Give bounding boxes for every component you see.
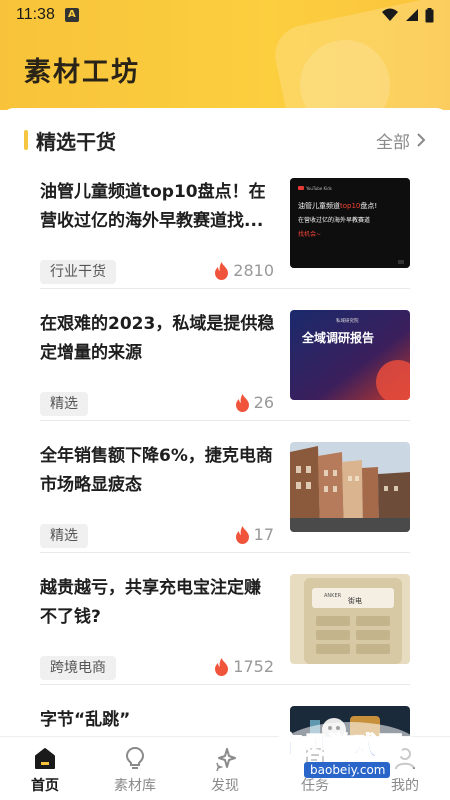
article-card[interactable]: 越贵越亏，共享充电宝注定赚不了钱? 跨境电商 1752 ANKER 街电 <box>40 574 410 692</box>
article-thumbnail: ANKER 街电 <box>290 574 410 664</box>
article-title: 越贵越亏，共享充电宝注定赚不了钱? <box>40 578 261 627</box>
see-all-label: 全部 <box>376 132 410 153</box>
svg-text:baobeiy.com: baobeiy.com <box>310 763 385 777</box>
article-card[interactable]: 在艰难的2023，私域是提供稳定增量的来源 精选 26 私域研究院 全域调研报告 <box>40 310 410 428</box>
view-count-value: 26 <box>253 393 274 412</box>
view-count-value: 1752 <box>233 657 274 676</box>
divider <box>40 420 410 421</box>
tab-home[interactable]: 首页 <box>0 737 90 800</box>
article-title: 在艰难的2023，私域是提供稳定增量的来源 <box>40 314 275 363</box>
article-thumbnail: YouTube Kids 油管儿童频道top10盘点! 在营收过亿的海外早教赛道… <box>290 178 410 268</box>
divider <box>40 288 410 289</box>
app-title: 素材工坊 <box>24 57 140 88</box>
tab-label: 素材库 <box>114 778 156 794</box>
section-header: 精选干货 全部 <box>24 126 426 154</box>
article-thumbnail: 私域研究院 全域调研报告 <box>290 310 410 400</box>
status-bar: 11:38 A <box>0 0 450 30</box>
view-count: 2810 <box>214 261 274 280</box>
fire-icon <box>235 393 249 412</box>
svg-text:找机会~: 找机会~ <box>298 230 321 238</box>
view-count-value: 2810 <box>233 261 274 280</box>
svg-text:私域研究院: 私域研究院 <box>336 317 359 324</box>
youtube-kids-thumbnail: YouTube Kids 油管儿童频道top10盘点! 在营收过亿的海外早教赛道… <box>290 178 410 268</box>
home-icon <box>35 748 55 769</box>
article-card[interactable]: 油管儿童频道top10盘点！在营收过亿的海外早教赛道找... 行业干货 2810… <box>40 178 410 296</box>
fire-icon <box>215 261 229 280</box>
section-title: 精选干货 <box>36 129 116 154</box>
see-all-link[interactable]: 全部 <box>376 128 426 153</box>
signal-icon <box>406 9 418 21</box>
watermark-logo: 宝贝游戏网 baobeiy.com <box>268 706 428 790</box>
report-thumbnail: 私域研究院 全域调研报告 <box>290 310 410 400</box>
city-street-thumbnail <box>290 442 410 532</box>
view-count-value: 17 <box>253 525 274 544</box>
svg-text:ANKER: ANKER <box>324 593 342 599</box>
tab-library[interactable]: 素材库 <box>90 737 180 800</box>
divider <box>40 684 410 685</box>
article-thumbnail <box>290 442 410 532</box>
lightbulb-icon <box>125 746 145 769</box>
app-header: 11:38 A 素材工坊 <box>0 0 450 110</box>
view-count: 26 <box>235 393 274 412</box>
battery-icon <box>425 7 434 22</box>
tab-label: 发现 <box>211 778 239 794</box>
article-title: 油管儿童频道top10盘点！在营收过亿的海外早教赛道找... <box>40 182 266 231</box>
svg-text:在营收过亿的海外早教赛道: 在营收过亿的海外早教赛道 <box>298 216 370 224</box>
article-card[interactable]: 全年销售额下降6%，捷克电商市场略显疲态 精选 17 <box>40 442 410 560</box>
article-title: 字节“乱跳” <box>40 710 131 730</box>
wifi-icon <box>382 8 398 21</box>
divider <box>40 552 410 553</box>
section-accent-bar <box>24 130 28 150</box>
article-tag: 精选 <box>40 392 88 416</box>
main-content: 精选干货 全部 油管儿童频道top10盘点！在营收过亿的海外早教赛道找... 行… <box>0 108 450 736</box>
tab-label: 首页 <box>31 778 59 794</box>
svg-text:全域调研报告: 全域调研报告 <box>301 330 374 345</box>
svg-text:宝贝游戏网: 宝贝游戏网 <box>278 731 403 760</box>
article-title: 全年销售额下降6%，捷克电商市场略显疲态 <box>40 446 273 495</box>
article-tag: 跨境电商 <box>40 656 116 680</box>
svg-text:街电: 街电 <box>348 596 362 605</box>
notification-a-icon: A <box>64 8 79 22</box>
fire-icon <box>215 657 229 676</box>
status-time: 11:38 <box>16 6 55 23</box>
svg-text:油管儿童频道top10盘点!: 油管儿童频道top10盘点! <box>298 201 377 210</box>
tab-discover[interactable]: 发现 <box>180 737 270 800</box>
fire-icon <box>235 525 249 544</box>
article-tag: 精选 <box>40 524 88 548</box>
view-count: 1752 <box>214 657 274 676</box>
svg-text:YouTube Kids: YouTube Kids <box>305 186 332 191</box>
chevron-right-icon <box>417 133 426 147</box>
power-bank-thumbnail: ANKER 街电 <box>290 574 410 664</box>
sparkle-icon <box>216 748 236 771</box>
article-tag: 行业干货 <box>40 260 116 284</box>
view-count: 17 <box>235 525 274 544</box>
